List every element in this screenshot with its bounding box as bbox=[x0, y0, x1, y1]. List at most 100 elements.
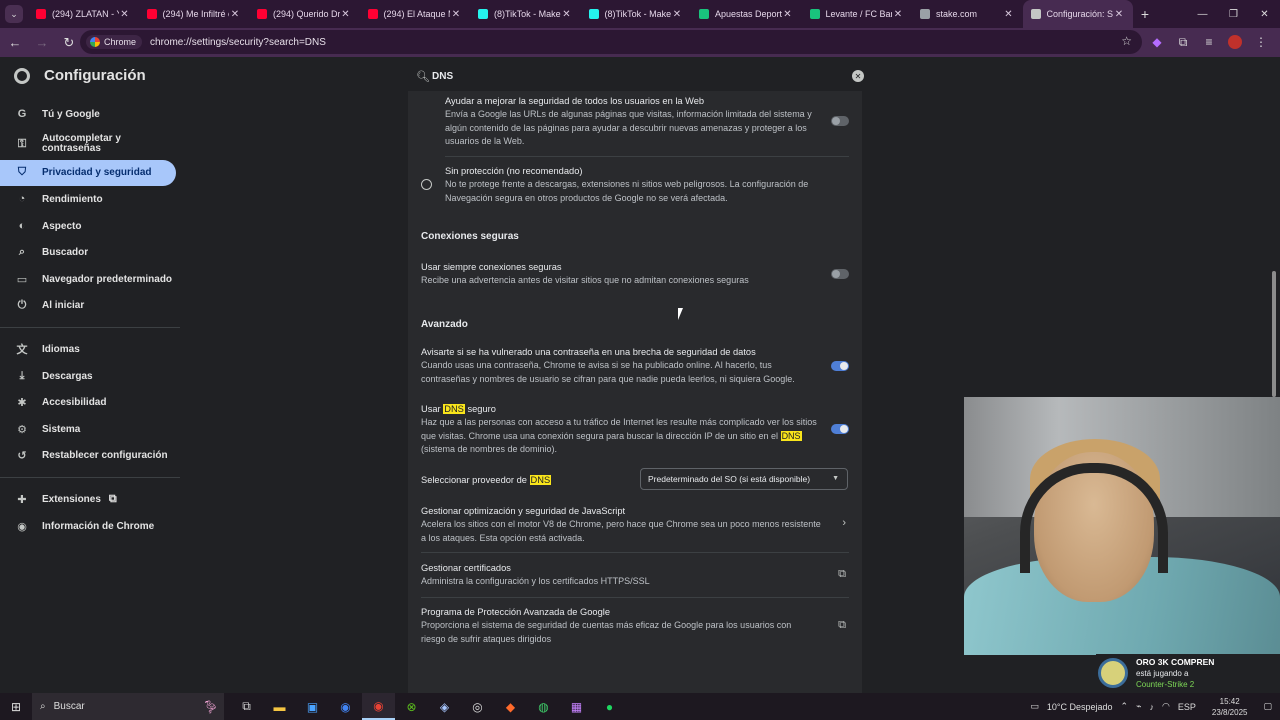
tab-6[interactable]: Apuestas Deport ✕ bbox=[691, 0, 802, 28]
no-protection-radio[interactable] bbox=[421, 179, 432, 190]
new-tab-button[interactable]: + bbox=[1133, 6, 1157, 22]
chrome-icon[interactable]: ◉ bbox=[329, 693, 362, 720]
tab-9[interactable]: Configuración: Se ✕ bbox=[1022, 0, 1133, 28]
sidebar-item-label: Tú y Google bbox=[42, 108, 100, 120]
back-button[interactable]: ← bbox=[3, 31, 27, 55]
sidebar-icon: G bbox=[17, 108, 27, 121]
close-tab-icon[interactable]: ✕ bbox=[229, 9, 241, 20]
language-indicator[interactable]: ESP bbox=[1178, 702, 1196, 712]
avatar[interactable] bbox=[1222, 30, 1248, 54]
javascript-setting[interactable]: Gestionar optimización y seguridad de Ja… bbox=[421, 505, 826, 545]
media-icon[interactable]: ≡ bbox=[1196, 30, 1222, 54]
setting-title: Programa de Protección Avanzada de Googl… bbox=[421, 607, 610, 617]
clear-search-icon[interactable]: ✕ bbox=[852, 70, 864, 82]
weather-icon[interactable]: ▭ bbox=[1030, 701, 1039, 712]
close-tab-icon[interactable]: ✕ bbox=[782, 9, 794, 20]
sidebar-item-7[interactable]: ⏻ Al iniciar bbox=[0, 293, 180, 320]
extension-icon[interactable]: ◆ bbox=[1144, 30, 1170, 54]
advanced-protection-setting[interactable]: Programa de Protección Avanzada de Googl… bbox=[421, 606, 816, 646]
sidebar-item-13[interactable]: ✚ Extensiones ⧉ bbox=[0, 486, 180, 513]
wifi-icon[interactable]: ◠ bbox=[1162, 701, 1170, 712]
chrome-logo-icon bbox=[14, 67, 30, 84]
weather-text[interactable]: 10°C Despejado bbox=[1047, 702, 1113, 712]
sidebar-item-3[interactable]: ◔ Rendimiento bbox=[0, 186, 180, 213]
scrollbar-thumb[interactable] bbox=[1272, 271, 1276, 397]
sidebar-item-8[interactable]: 文 Idiomas bbox=[0, 336, 180, 363]
site-info-chip[interactable]: Chrome bbox=[86, 35, 143, 49]
no-protection-option[interactable]: Sin protección (no recomendado) No te pr… bbox=[445, 165, 849, 205]
help-improve-toggle[interactable] bbox=[831, 116, 849, 126]
taskbar-search[interactable]: ⌕ Buscar 🦩︎ bbox=[32, 693, 224, 720]
xbox-icon[interactable]: ⊗ bbox=[395, 693, 428, 720]
steam-icon[interactable]: ◈ bbox=[428, 693, 461, 720]
close-tab-icon[interactable]: ✕ bbox=[892, 9, 904, 20]
dns-provider-select[interactable]: Predeterminado del SO (si está disponibl… bbox=[640, 468, 848, 490]
sidebar-item-11[interactable]: ⚙ Sistema bbox=[0, 416, 180, 443]
chevron-right-icon[interactable]: › bbox=[842, 517, 846, 529]
file-explorer-icon[interactable]: ▬ bbox=[263, 693, 296, 720]
close-tab-icon[interactable]: ✕ bbox=[340, 9, 352, 20]
tab-2[interactable]: (294) Querido Dr ✕ bbox=[249, 0, 360, 28]
kebab-menu-icon[interactable]: ⋮ bbox=[1248, 30, 1274, 54]
tab-3[interactable]: (294) El Ataque M ✕ bbox=[360, 0, 471, 28]
clock[interactable]: 15:42 23/8/2025 bbox=[1208, 696, 1252, 718]
secure-dns-toggle[interactable] bbox=[831, 424, 849, 434]
always-secure-toggle[interactable] bbox=[831, 269, 849, 279]
tab-title: (8)TikTok - Make bbox=[494, 9, 561, 19]
search-input[interactable] bbox=[432, 70, 832, 82]
tab-search-button[interactable]: ⌄ bbox=[0, 0, 28, 28]
certificates-setting[interactable]: Gestionar certificados Administra la con… bbox=[421, 562, 849, 589]
external-link-icon[interactable]: ⧉ bbox=[838, 568, 846, 581]
close-tab-icon[interactable]: ✕ bbox=[561, 9, 573, 20]
obs-icon[interactable]: ◎ bbox=[461, 693, 494, 720]
task-view-icon[interactable]: ⧉ bbox=[230, 693, 263, 720]
sidebar-item-14[interactable]: ◉ Información de Chrome bbox=[0, 513, 180, 540]
tab-0[interactable]: (294) ZLATAN - Yo✕ bbox=[28, 0, 139, 28]
sidebar-item-1[interactable]: ⚿ Autocompletar y contraseñas bbox=[0, 128, 180, 160]
sidebar-item-9[interactable]: ⤓ Descargas bbox=[0, 363, 180, 390]
close-tab-icon[interactable]: ✕ bbox=[1003, 9, 1015, 20]
xbox-app-icon[interactable]: ◍ bbox=[527, 693, 560, 720]
close-tab-icon[interactable]: ✕ bbox=[119, 9, 131, 20]
network-icon[interactable]: ⌁ bbox=[1136, 701, 1141, 712]
notifications-icon[interactable]: ▢ bbox=[1263, 701, 1272, 712]
activity-text: ORO 3K COMPREN está jugando a Counter-St… bbox=[1136, 657, 1214, 690]
windows-start-icon[interactable]: ⊞ bbox=[0, 693, 32, 720]
bookmark-star-icon[interactable]: ☆ bbox=[1121, 34, 1132, 48]
sidebar-item-12[interactable]: ↺ Restablecer configuración bbox=[0, 443, 180, 470]
close-tab-icon[interactable]: ✕ bbox=[671, 9, 683, 20]
close-icon[interactable]: ✕ bbox=[1249, 0, 1280, 28]
minimize-icon[interactable]: — bbox=[1187, 0, 1218, 28]
volume-icon[interactable]: ♪ bbox=[1150, 702, 1155, 712]
external-link-icon[interactable]: ⧉ bbox=[838, 619, 846, 632]
sidebar-item-0[interactable]: G Tú y Google bbox=[0, 101, 180, 128]
store-icon[interactable]: ▣ bbox=[296, 693, 329, 720]
sidebar-item-10[interactable]: ✱ Accesibilidad bbox=[0, 389, 180, 416]
tab-strip: ⌄ (294) ZLATAN - Yo✕(294) Me Infiltré e✕… bbox=[0, 0, 1280, 28]
media-app-icon[interactable]: ▦ bbox=[560, 693, 593, 720]
always-secure-setting: Usar siempre conexiones seguras Recibe u… bbox=[421, 261, 849, 288]
sidebar-item-5[interactable]: ⌕ Buscador bbox=[0, 239, 180, 266]
close-tab-icon[interactable]: ✕ bbox=[1113, 9, 1125, 20]
tab-5[interactable]: (8)TikTok - Make ✕ bbox=[581, 0, 692, 28]
forward-button[interactable]: → bbox=[30, 31, 54, 55]
tab-8[interactable]: stake.com ✕ bbox=[912, 0, 1023, 28]
sidebar-item-6[interactable]: ▭ Navegador predeterminado bbox=[0, 266, 180, 293]
mouse-cursor-icon bbox=[678, 308, 688, 320]
clock-date: 23/8/2025 bbox=[1211, 707, 1248, 717]
sidebar-item-2[interactable]: ⛉ Privacidad y seguridad bbox=[0, 159, 176, 187]
sidebar-item-4[interactable]: ◐ Aspecto bbox=[0, 213, 180, 240]
tab-7[interactable]: Levante / FC Barc ✕ bbox=[802, 0, 913, 28]
chrome-active-icon[interactable]: ◉ bbox=[362, 693, 395, 720]
close-tab-icon[interactable]: ✕ bbox=[450, 9, 462, 20]
puzzle-icon[interactable]: ⧉ bbox=[1170, 30, 1196, 54]
tab-1[interactable]: (294) Me Infiltré e ✕ bbox=[139, 0, 250, 28]
address-bar[interactable]: Chrome chrome://settings/security?search… bbox=[80, 30, 1142, 54]
game-launcher-icon[interactable]: ◆ bbox=[494, 693, 527, 720]
tab-4[interactable]: (8)TikTok - Make ✕ bbox=[470, 0, 581, 28]
chevron-up-icon[interactable]: ⌃ bbox=[1121, 701, 1129, 712]
restore-icon[interactable]: ❐ bbox=[1218, 0, 1249, 28]
password-breach-toggle[interactable] bbox=[831, 361, 849, 371]
spotify-icon[interactable]: ● bbox=[593, 693, 626, 720]
reload-button[interactable]: ↻ bbox=[57, 31, 81, 55]
